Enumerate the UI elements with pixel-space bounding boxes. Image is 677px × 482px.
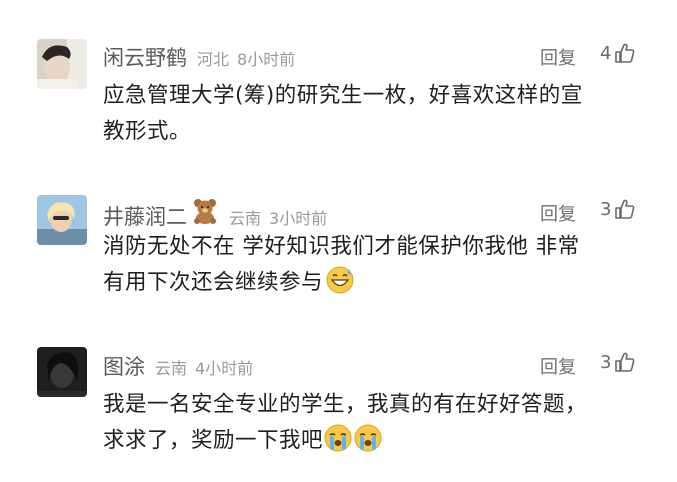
comment-text-line: 应急管理大学(筹)的研究生一枚，好喜欢这样的宣 (103, 83, 583, 108)
comment-item: 闲云野鹤 河北 8小时前 回复 4 应急管理大学(筹)的研究生一枚，好喜欢这样的… (0, 0, 677, 165)
comment-text: 应急管理大学(筹)的研究生一枚，好喜欢这样的宣 教形式。 (103, 78, 643, 150)
teddy-bear-icon (191, 198, 219, 224)
reply-button[interactable]: 回复 (540, 200, 576, 226)
avatar[interactable] (37, 347, 87, 397)
comment-text-span: 有用下次还会继续参与 (103, 270, 324, 295)
avatar[interactable] (37, 195, 87, 245)
comment-item: 图涂 云南 4小时前 回复 3 我是一名安全专业的学生，我真的有在好好答题， 求… (0, 325, 677, 482)
comment-text-line: 有用下次还会继续参与 (103, 265, 643, 301)
like-button[interactable]: 4 (600, 42, 636, 64)
avatar[interactable] (37, 39, 87, 89)
thumbs-up-icon (614, 351, 636, 373)
reply-button[interactable]: 回复 (540, 353, 576, 379)
location-label: 云南 (229, 209, 262, 228)
like-count: 3 (600, 198, 612, 220)
grinning-sweat-emoji (325, 265, 355, 295)
reply-button[interactable]: 回复 (540, 44, 576, 70)
comment-text-line: 求求了，奖励一下我吧 (103, 423, 643, 459)
timestamp: 4小时前 (195, 359, 254, 378)
timestamp: 3小时前 (269, 209, 328, 228)
location-label: 河北 (197, 50, 230, 69)
like-button[interactable]: 3 (600, 351, 636, 373)
comment-text-span: 求求了，奖励一下我吧 (103, 428, 324, 453)
thumbs-up-icon (614, 42, 636, 64)
like-count: 3 (600, 351, 612, 373)
comment-text: 我是一名安全专业的学生，我真的有在好好答题， 求求了，奖励一下我吧 (103, 387, 643, 459)
comment-text-line: 教形式。 (103, 119, 192, 144)
comment-text: 消防无处不在 学好知识我们才能保护你我他 非常 有用下次还会继续参与 (103, 229, 643, 301)
thumbs-up-icon (614, 198, 636, 220)
loudly-crying-emoji (323, 423, 353, 453)
comment-item: 井藤润二 云南 3小时前 回复 3 消防无处不在 学好知识我们才能保护你我他 非… (0, 165, 677, 325)
like-count: 4 (600, 42, 612, 64)
username[interactable]: 闲云野鹤 (103, 42, 187, 72)
timestamp: 8小时前 (237, 50, 296, 69)
comment-text-line: 消防无处不在 学好知识我们才能保护你我他 非常 (103, 234, 580, 259)
loudly-crying-emoji (353, 423, 383, 453)
username[interactable]: 图涂 (103, 351, 145, 381)
username[interactable]: 井藤润二 (103, 201, 187, 231)
comment-text-line: 我是一名安全专业的学生，我真的有在好好答题， (103, 392, 588, 417)
location-label: 云南 (155, 359, 188, 378)
like-button[interactable]: 3 (600, 198, 636, 220)
